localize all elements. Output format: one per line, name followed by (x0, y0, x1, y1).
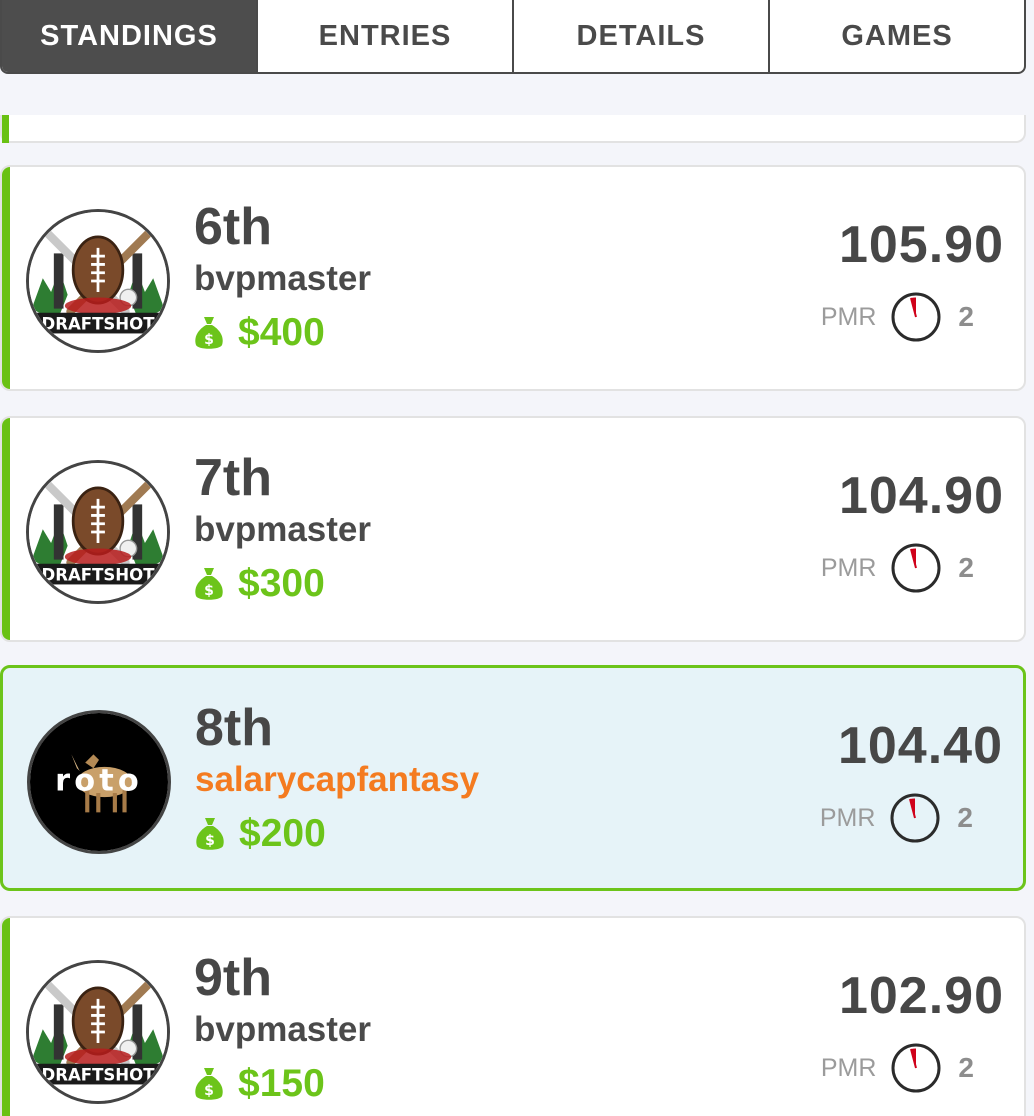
prize-value: $400 (238, 311, 325, 354)
roto-goat-logo-icon: roto (30, 713, 168, 851)
score-value: 104.40 (837, 717, 1003, 775)
prize-value: $200 (239, 812, 326, 855)
prize-amount: $ $300 (194, 562, 325, 606)
svg-text:roto: roto (55, 763, 143, 798)
avatar[interactable]: roto (27, 710, 171, 854)
card-accent-bar (2, 115, 9, 143)
pmr-clock-icon (891, 1043, 941, 1093)
money-bag-icon: $ (195, 1068, 223, 1100)
prize-amount: $ $400 (194, 311, 325, 355)
standing-card[interactable]: DRAFTSHOT 9th bvpmaster $ $150 102.90 PM… (0, 916, 1026, 1116)
prize-value: $150 (238, 1062, 325, 1105)
username[interactable]: bvpmaster (194, 259, 371, 299)
money-bag-icon: $ (195, 317, 223, 349)
draftshot-logo-icon: DRAFTSHOT (29, 212, 167, 350)
pmr-indicator: PMR 2 (821, 291, 974, 343)
svg-text:DRAFTSHOT: DRAFTSHOT (42, 314, 156, 333)
pmr-value: 2 (957, 802, 973, 833)
pmr-indicator: PMR 2 (821, 1042, 974, 1094)
score-value: 105.90 (838, 216, 1004, 274)
list-top-spacer (0, 74, 1034, 115)
draftshot-logo-icon: DRAFTSHOT (29, 963, 167, 1101)
pmr-clock-icon (890, 793, 940, 843)
tab-details[interactable]: DETAILS (512, 0, 768, 72)
card-accent-bar (2, 167, 10, 389)
prize-amount: $ $200 (195, 812, 326, 856)
tab-games[interactable]: GAMES (768, 0, 1024, 72)
pmr-indicator: PMR 2 (821, 542, 974, 594)
tab-bar: STANDINGS ENTRIES DETAILS GAMES (0, 0, 1026, 74)
tab-standings[interactable]: STANDINGS (2, 0, 256, 72)
prize-amount: $ $150 (194, 1062, 325, 1106)
pmr-clock-icon (891, 292, 941, 342)
standing-card[interactable]: roto 8th salarycapfantasy $ $200 104.40 … (0, 665, 1026, 891)
rank-label: 8th (195, 699, 273, 757)
avatar[interactable]: DRAFTSHOT (26, 209, 170, 353)
money-bag-icon: $ (196, 818, 224, 850)
username[interactable]: salarycapfantasy (195, 760, 479, 800)
username[interactable]: bvpmaster (194, 510, 371, 550)
svg-text:DRAFTSHOT: DRAFTSHOT (42, 1065, 156, 1084)
pmr-value: 2 (958, 1052, 974, 1083)
pmr-value: 2 (958, 301, 974, 332)
svg-text:$: $ (204, 1083, 214, 1099)
score-value: 102.90 (838, 967, 1004, 1025)
score-value: 104.90 (838, 467, 1004, 525)
pmr-label: PMR (820, 1053, 877, 1082)
prize-value: $300 (238, 562, 325, 605)
pmr-label: PMR (820, 302, 877, 331)
standing-card[interactable]: DRAFTSHOT 6th bvpmaster $ $400 105.90 PM… (0, 165, 1026, 391)
rank-label: 7th (194, 449, 272, 507)
pmr-value: 2 (958, 552, 974, 583)
svg-text:$: $ (204, 583, 214, 599)
card-accent-bar (2, 918, 10, 1116)
draftshot-logo-icon: DRAFTSHOT (29, 463, 167, 601)
tab-entries[interactable]: ENTRIES (256, 0, 512, 72)
pmr-clock-icon (891, 543, 941, 593)
svg-text:DRAFTSHOT: DRAFTSHOT (42, 565, 156, 584)
standing-card[interactable]: DRAFTSHOT 7th bvpmaster $ $300 104.90 PM… (0, 416, 1026, 642)
pmr-label: PMR (819, 803, 876, 832)
pmr-label: PMR (820, 553, 877, 582)
username[interactable]: bvpmaster (194, 1010, 371, 1050)
avatar[interactable]: DRAFTSHOT (26, 460, 170, 604)
card-accent-bar (2, 418, 10, 640)
svg-text:$: $ (204, 332, 214, 348)
svg-text:$: $ (205, 833, 215, 849)
rank-label: 6th (194, 198, 272, 256)
avatar[interactable]: DRAFTSHOT (26, 960, 170, 1104)
rank-label: 9th (194, 949, 272, 1007)
pmr-indicator: PMR 2 (820, 792, 973, 844)
money-bag-icon: $ (195, 568, 223, 600)
